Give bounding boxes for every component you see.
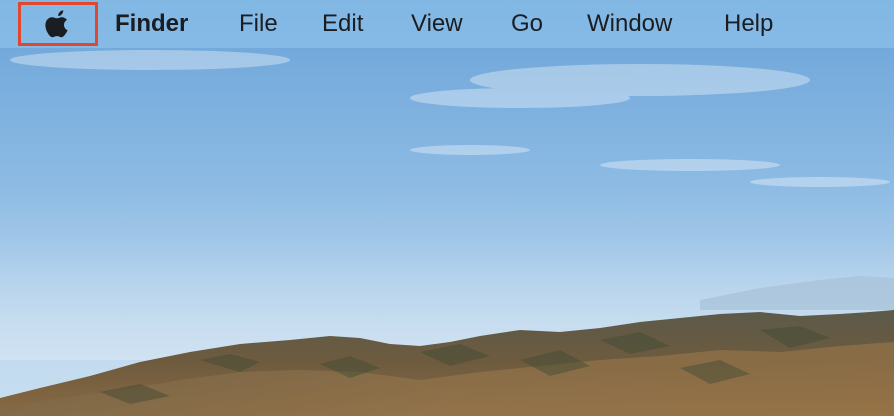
menu-file[interactable]: File <box>239 0 278 48</box>
menu-help[interactable]: Help <box>724 0 773 48</box>
menu-app-finder[interactable]: Finder <box>115 0 188 48</box>
menu-window[interactable]: Window <box>587 0 672 48</box>
menu-edit[interactable]: Edit <box>322 0 363 48</box>
wallpaper <box>0 0 894 416</box>
apple-logo-icon <box>45 10 68 38</box>
menu-go[interactable]: Go <box>511 0 543 48</box>
menu-view[interactable]: View <box>411 0 463 48</box>
apple-menu-button[interactable] <box>18 2 98 46</box>
desktop: Finder File Edit View Go Window Help <box>0 0 894 416</box>
menu-bar: Finder File Edit View Go Window Help <box>0 0 894 48</box>
